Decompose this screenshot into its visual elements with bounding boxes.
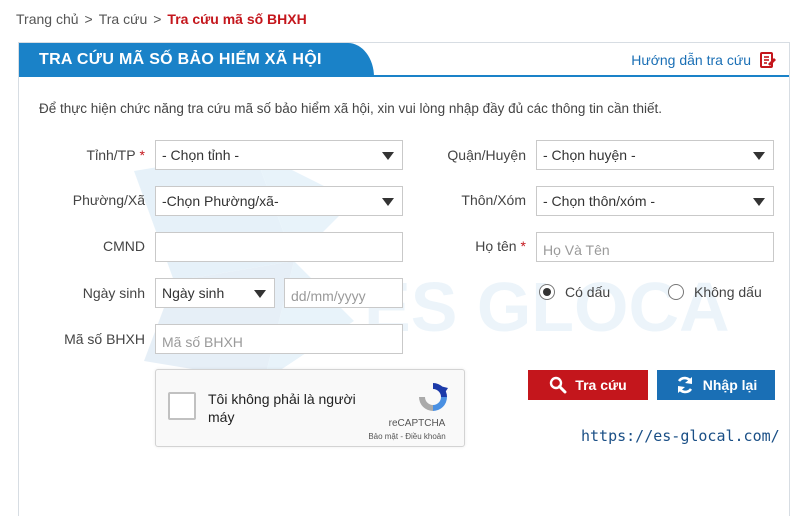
breadcrumb-current: Tra cứu mã số BHXH — [167, 11, 307, 27]
lookup-panel: TRA CỨU MÃ SỐ BẢO HIỂM XÃ HỘI Hướng dẫn … — [18, 42, 790, 516]
panel-title: TRA CỨU MÃ SỐ BẢO HIỂM XÃ HỘI — [39, 51, 322, 68]
required-mark: * — [139, 147, 145, 163]
full-name-label: Họ tên * — [475, 238, 526, 254]
province-label-text: Tỉnh/TP — [86, 147, 136, 163]
birth-date-type-value: Ngày sinh — [162, 285, 225, 301]
chevron-down-icon — [382, 198, 394, 206]
village-select-value: - Chọn thôn/xóm - — [543, 193, 656, 209]
district-select[interactable]: - Chọn huyện - — [536, 140, 774, 170]
village-select[interactable]: - Chọn thôn/xóm - — [536, 186, 774, 216]
accent-radio-without[interactable]: Không dấu — [668, 284, 762, 300]
id-card-label: CMND — [103, 238, 145, 254]
panel-title-tab: TRA CỨU MÃ SỐ BẢO HIỂM XÃ HỘI — [19, 43, 374, 77]
breadcrumb-home[interactable]: Trang chủ — [16, 11, 79, 27]
chevron-down-icon — [254, 290, 266, 298]
footer-url: https://es-glocal.com/ — [581, 427, 780, 445]
province-label: Tỉnh/TP * — [87, 147, 145, 163]
radio-checked-icon — [539, 284, 555, 300]
watermark-text: ES GLOCAL — [364, 268, 734, 346]
birth-date-type-select[interactable]: Ngày sinh — [155, 278, 275, 308]
accent-radio-without-label: Không dấu — [694, 284, 762, 300]
search-icon — [550, 376, 567, 394]
guide-link[interactable]: Hướng dẫn tra cứu — [631, 51, 777, 69]
refresh-icon — [677, 376, 692, 394]
province-select[interactable]: - Chọn tỉnh - — [155, 140, 403, 170]
panel-header: TRA CỨU MÃ SỐ BẢO HIỂM XÃ HỘI Hướng dẫn … — [19, 43, 789, 77]
guide-link-label: Hướng dẫn tra cứu — [631, 52, 751, 68]
birth-date-input[interactable] — [284, 278, 403, 308]
recaptcha-logo-icon — [419, 383, 448, 411]
id-card-input[interactable] — [155, 232, 403, 262]
accent-radio-with-label: Có dấu — [565, 284, 611, 300]
province-select-value: - Chọn tỉnh - — [162, 147, 240, 163]
reset-button[interactable]: Nhập lại — [657, 370, 775, 400]
recaptcha-terms[interactable]: Bảo mật - Điều khoản — [362, 432, 452, 441]
chevron-down-icon — [753, 198, 765, 206]
recaptcha-brand: reCAPTCHA — [388, 418, 446, 429]
recaptcha-text: Tôi không phải là người máy — [208, 391, 356, 425]
ward-label: Phường/Xã — [72, 192, 145, 208]
bhxh-code-label: Mã số BHXH — [64, 331, 145, 347]
intro-text: Để thực hiện chức năng tra cứu mã số bảo… — [39, 101, 662, 116]
radio-unchecked-icon — [668, 284, 684, 300]
recaptcha-checkbox[interactable] — [168, 392, 196, 420]
search-button-label: Tra cứu — [575, 377, 627, 393]
chevron-down-icon — [753, 152, 765, 160]
bhxh-code-input[interactable] — [155, 324, 403, 354]
ward-select-value: -Chọn Phường/xã- — [162, 193, 279, 209]
district-label: Quận/Huyện — [447, 147, 526, 163]
breadcrumb-separator: > — [84, 11, 93, 27]
breadcrumb-section[interactable]: Tra cứu — [99, 11, 148, 27]
search-button[interactable]: Tra cứu — [528, 370, 648, 400]
breadcrumb-separator: > — [153, 11, 162, 27]
district-select-value: - Chọn huyện - — [543, 147, 636, 163]
full-name-input[interactable] — [536, 232, 774, 262]
accent-radio-with[interactable]: Có dấu — [539, 284, 610, 300]
recaptcha-widget: Tôi không phải là người máy reCAPTCHA Bả… — [155, 369, 465, 447]
birth-date-label: Ngày sinh — [82, 285, 145, 301]
edit-document-icon — [759, 51, 777, 69]
breadcrumb: Trang chủ > Tra cứu > Tra cứu mã số BHXH — [16, 11, 307, 27]
village-label: Thôn/Xóm — [461, 192, 526, 208]
required-mark: * — [520, 238, 526, 254]
full-name-label-text: Họ tên — [475, 238, 517, 254]
reset-button-label: Nhập lại — [702, 377, 758, 393]
ward-select[interactable]: -Chọn Phường/xã- — [155, 186, 403, 216]
chevron-down-icon — [382, 152, 394, 160]
